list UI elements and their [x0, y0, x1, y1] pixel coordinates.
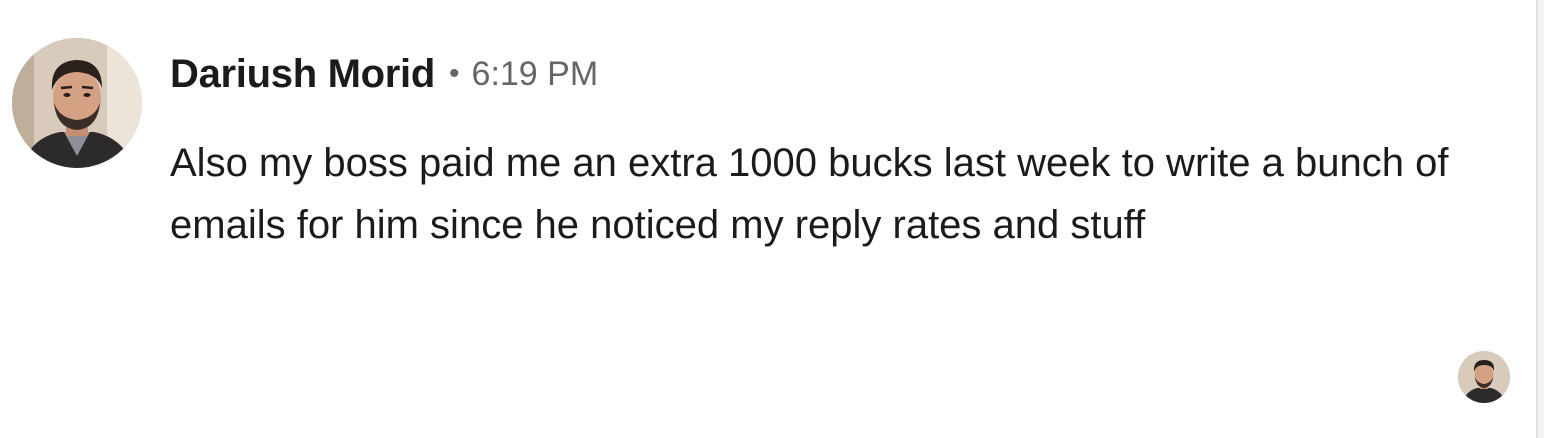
seen-profile-photo-icon: [1458, 351, 1510, 403]
scrollbar-track[interactable]: [1536, 0, 1544, 438]
separator-dot: •: [449, 57, 460, 90]
seen-by-avatar[interactable]: [1458, 351, 1510, 403]
sender-name[interactable]: Dariush Morid: [170, 52, 435, 97]
message-item: Dariush Morid • 6:19 PM Also my boss pai…: [0, 0, 1536, 438]
sender-avatar[interactable]: [12, 38, 142, 168]
message-timestamp: 6:19 PM: [471, 54, 599, 93]
message-text: Also my boss paid me an extra 1000 bucks…: [170, 141, 1449, 247]
profile-photo-icon: [12, 38, 142, 168]
message-header: Dariush Morid • 6:19 PM: [170, 46, 598, 102]
